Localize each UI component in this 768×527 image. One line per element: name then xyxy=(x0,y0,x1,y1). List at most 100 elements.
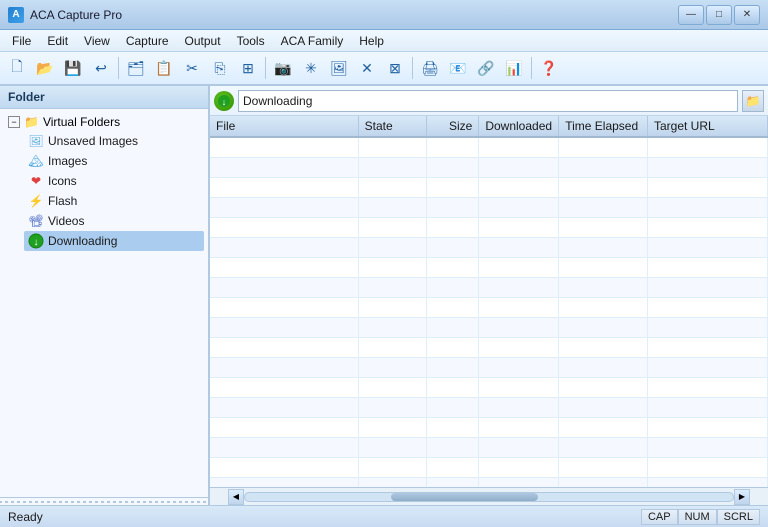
folder-tree: − 📁 Virtual Folders 🖼 Unsaved Images 🏔 I… xyxy=(0,109,208,497)
col-state[interactable]: State xyxy=(358,116,426,137)
icons-label: Icons xyxy=(48,174,77,188)
tree-children: 🖼 Unsaved Images 🏔 Images ❤ Icons ⚡ Flas… xyxy=(4,131,204,251)
svg-text:↓: ↓ xyxy=(34,237,39,248)
col-size[interactable]: Size xyxy=(426,116,479,137)
copy-btn[interactable]: 🗂 xyxy=(123,55,149,81)
col-downloaded[interactable]: Downloaded xyxy=(479,116,559,137)
status-text: Ready xyxy=(8,510,43,524)
table-row xyxy=(210,137,768,157)
file-table[interactable]: File State Size Downloaded Time Elapsed … xyxy=(210,116,768,487)
scroll-left-button[interactable]: ◀ xyxy=(228,489,244,505)
save-btn[interactable]: 💾 xyxy=(60,55,86,81)
table-header: File State Size Downloaded Time Elapsed … xyxy=(210,116,768,137)
download-bar: ↓ 📁 xyxy=(210,86,768,116)
toolbar-separator xyxy=(531,57,532,79)
props-btn[interactable]: 📊 xyxy=(501,55,527,81)
menu-item-tools[interactable]: Tools xyxy=(229,32,273,50)
table-body xyxy=(210,137,768,487)
toolbar-separator xyxy=(412,57,413,79)
col-target-url[interactable]: Target URL xyxy=(648,116,768,137)
table-row xyxy=(210,217,768,237)
undo-btn[interactable]: ↩ xyxy=(88,55,114,81)
downloads-table: File State Size Downloaded Time Elapsed … xyxy=(210,116,768,487)
help-btn[interactable]: ❓ xyxy=(536,55,562,81)
capture3-btn[interactable]: 🖼 xyxy=(326,55,352,81)
table-row xyxy=(210,257,768,277)
table-row xyxy=(210,437,768,457)
status-bar: Ready CAP NUM SCRL xyxy=(0,505,768,527)
tree-item-downloading[interactable]: ↓ Downloading xyxy=(24,231,204,251)
videos-icon: 📽 xyxy=(28,213,44,229)
menu-item-aca family[interactable]: ACA Family xyxy=(273,32,352,50)
table-row xyxy=(210,277,768,297)
images-icon: 🏔 xyxy=(28,153,44,169)
flash-icon: ⚡ xyxy=(28,193,44,209)
tree-item-flash[interactable]: ⚡ Flash xyxy=(24,191,204,211)
menu-item-capture[interactable]: Capture xyxy=(118,32,177,50)
menu-item-file[interactable]: File xyxy=(4,32,39,50)
horizontal-scrollbar[interactable]: ◀ ▶ xyxy=(210,487,768,505)
email-btn[interactable]: 📧 xyxy=(445,55,471,81)
tree-item-unsaved[interactable]: 🖼 Unsaved Images xyxy=(24,131,204,151)
table-row xyxy=(210,317,768,337)
paste-btn[interactable]: 📋 xyxy=(151,55,177,81)
open-btn[interactable]: 📂 xyxy=(32,55,58,81)
table-row xyxy=(210,237,768,257)
menu-item-view[interactable]: View xyxy=(76,32,118,50)
virtual-folders-label[interactable]: Virtual Folders xyxy=(43,115,120,129)
icons-icon: ❤ xyxy=(28,173,44,189)
status-indicators: CAP NUM SCRL xyxy=(641,509,760,525)
app-icon: A xyxy=(8,7,24,23)
format-btn[interactable]: ⎘ xyxy=(207,55,233,81)
menu-item-edit[interactable]: Edit xyxy=(39,32,76,50)
svg-text:↓: ↓ xyxy=(222,97,227,107)
table-row xyxy=(210,457,768,477)
capture2-btn[interactable]: ✳ xyxy=(298,55,324,81)
menu-bar: FileEditViewCaptureOutputToolsACA Family… xyxy=(0,30,768,52)
table-row xyxy=(210,417,768,437)
scrl-indicator: SCRL xyxy=(717,509,760,525)
num-indicator: NUM xyxy=(678,509,717,525)
new-btn[interactable]: 🗋 xyxy=(4,55,30,81)
cut-btn[interactable]: ✂ xyxy=(179,55,205,81)
window-controls: — □ ✕ xyxy=(678,5,760,25)
scrollbar-thumb[interactable] xyxy=(391,493,537,501)
folder-browse-button[interactable]: 📁 xyxy=(742,90,764,112)
maximize-button[interactable]: □ xyxy=(706,5,732,25)
folder-header: Folder xyxy=(0,86,208,109)
toolbar: 🗋📂💾↩ 🗂📋✂⎘⊞ 📷✳🖼✕⊠ 🖨📧🔗📊 ❓ xyxy=(0,52,768,86)
grid-btn[interactable]: ⊞ xyxy=(235,55,261,81)
title-text: ACA Capture Pro xyxy=(30,8,122,22)
close-button[interactable]: ✕ xyxy=(734,5,760,25)
expand-icon[interactable]: − xyxy=(8,116,20,128)
delete-btn[interactable]: ✕ xyxy=(354,55,380,81)
table-row xyxy=(210,297,768,317)
scroll-right-button[interactable]: ▶ xyxy=(734,489,750,505)
panel-resizer[interactable] xyxy=(0,497,208,505)
virtual-folders-icon: 📁 xyxy=(24,115,39,129)
menu-item-help[interactable]: Help xyxy=(351,32,392,50)
main-area: Folder − 📁 Virtual Folders 🖼 Unsaved Ima… xyxy=(0,86,768,505)
link-btn[interactable]: 🔗 xyxy=(473,55,499,81)
toolbar-separator xyxy=(265,57,266,79)
table-row xyxy=(210,397,768,417)
delete2-btn[interactable]: ⊠ xyxy=(382,55,408,81)
print-btn[interactable]: 🖨 xyxy=(417,55,443,81)
table-row xyxy=(210,377,768,397)
flash-label: Flash xyxy=(48,194,77,208)
scrollbar-track[interactable] xyxy=(244,492,734,502)
col-time-elapsed[interactable]: Time Elapsed xyxy=(559,116,648,137)
menu-item-output[interactable]: Output xyxy=(177,32,229,50)
minimize-button[interactable]: — xyxy=(678,5,704,25)
downloading-label: Downloading xyxy=(48,234,117,248)
right-panel: ↓ 📁 File State Size Downloaded Time Elap… xyxy=(210,86,768,505)
capture-btn[interactable]: 📷 xyxy=(270,55,296,81)
title-left: A ACA Capture Pro xyxy=(8,7,122,23)
download-url-input[interactable] xyxy=(238,90,738,112)
tree-item-icons[interactable]: ❤ Icons xyxy=(24,171,204,191)
images-label: Images xyxy=(48,154,87,168)
col-file[interactable]: File xyxy=(210,116,358,137)
table-row xyxy=(210,477,768,487)
tree-item-images[interactable]: 🏔 Images xyxy=(24,151,204,171)
tree-item-videos[interactable]: 📽 Videos xyxy=(24,211,204,231)
